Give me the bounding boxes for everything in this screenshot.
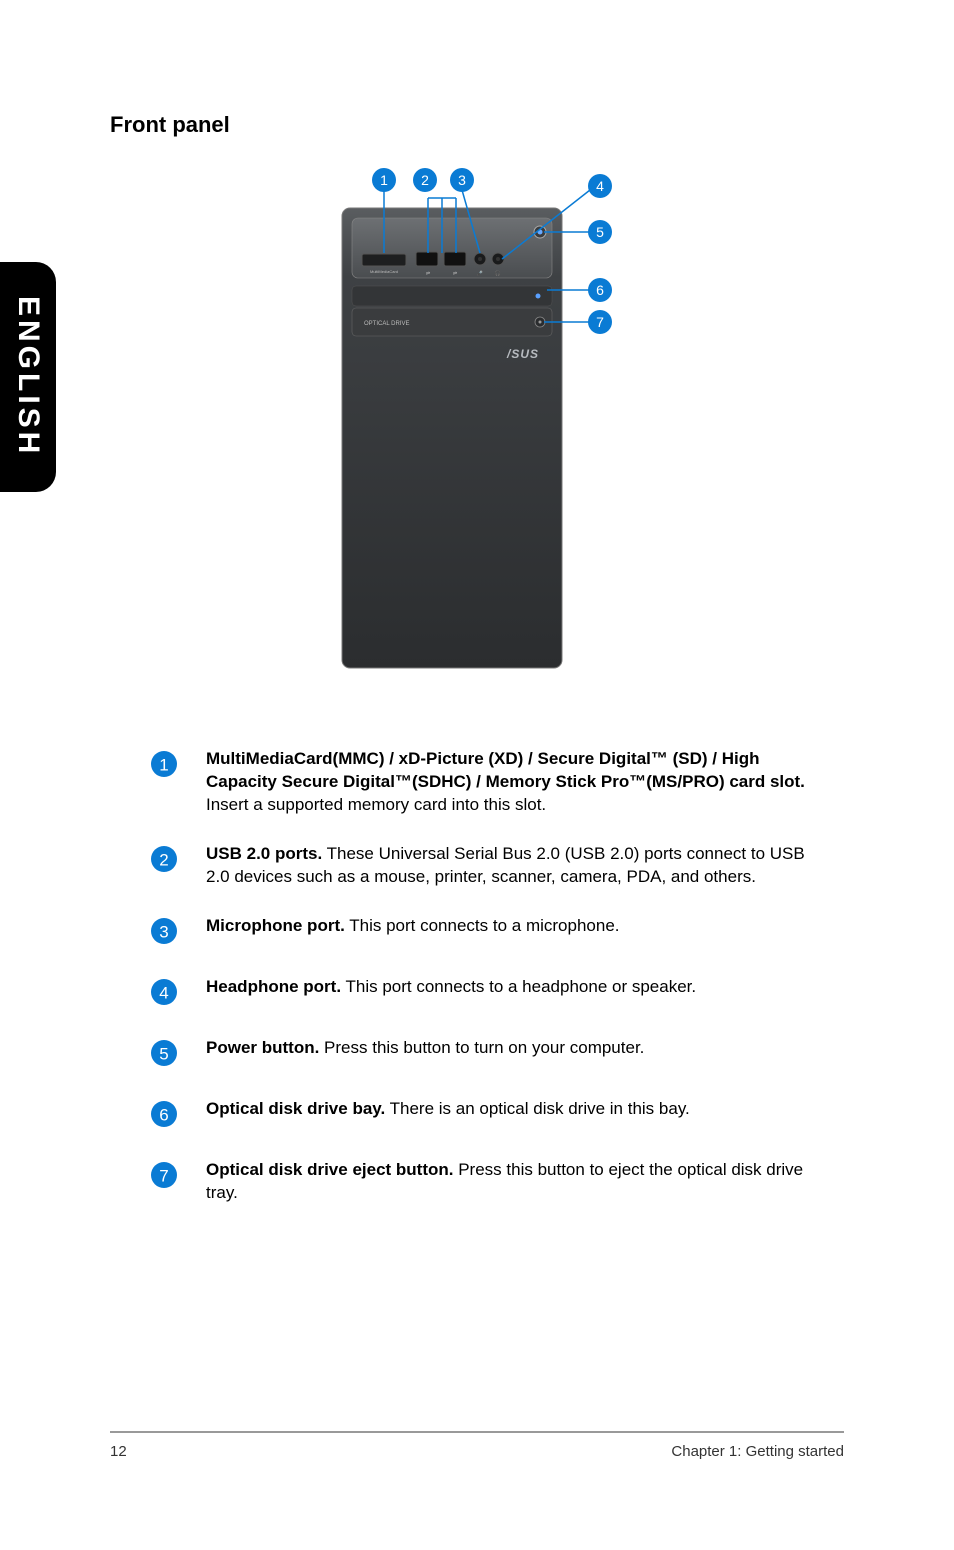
legend-badge-5: 5 [150,1039,180,1072]
chapter-label: Chapter 1: Getting started [671,1443,844,1460]
svg-text:4: 4 [159,983,168,1002]
legend-text-7: Optical disk drive eject button. Press t… [206,1159,824,1205]
callout-1: 1 [380,172,388,188]
legend-rest-6: There is an optical disk drive in this b… [385,1099,690,1118]
svg-text:/SUS: /SUS [506,347,539,361]
svg-text:5: 5 [159,1044,168,1063]
legend-bold-1: MultiMediaCard(MMC) / xD-Picture (XD) / … [206,749,805,791]
svg-text:7: 7 [159,1166,168,1185]
legend-badge-3: 3 [150,917,180,950]
legend-bold-2: USB 2.0 ports. [206,844,322,863]
legend-item-1: 1 MultiMediaCard(MMC) / xD-Picture (XD) /… [150,748,824,817]
callout-4: 4 [596,178,604,194]
callout-6: 6 [596,282,604,298]
svg-text:OPTICAL DRIVE: OPTICAL DRIVE [364,321,409,327]
legend-rest-3: This port connects to a microphone. [345,916,620,935]
language-tab-label: ENGLISH [11,296,45,457]
legend-bold-7: Optical disk drive eject button. [206,1160,454,1179]
svg-text:🎤: 🎤 [477,270,484,277]
legend-text-1: MultiMediaCard(MMC) / xD-Picture (XD) / … [206,748,824,817]
legend-badge-7: 7 [150,1161,180,1194]
legend-text-5: Power button. Press this button to turn … [206,1037,644,1060]
callout-5: 5 [596,224,604,240]
legend-item-7: 7 Optical disk drive eject button. Press … [150,1159,824,1205]
legend-rest-4: This port connects to a headphone or spe… [341,977,696,996]
section-heading: Front panel [110,112,844,138]
legend-bold-4: Headphone port. [206,977,341,996]
legend-bold-3: Microphone port. [206,916,345,935]
legend-text-4: Headphone port. This port connects to a … [206,976,696,999]
legend-text-2: USB 2.0 ports. These Universal Serial Bu… [206,843,824,889]
legend-bold-5: Power button. [206,1038,319,1057]
callout-3: 3 [458,172,466,188]
svg-text:1: 1 [159,756,168,775]
legend-text-6: Optical disk drive bay. There is an opti… [206,1098,690,1121]
legend-badge-6: 6 [150,1100,180,1133]
page-number: 12 [110,1443,127,1460]
legend-item-3: 3 Microphone port. This port connects to … [150,915,824,950]
svg-text:MultiMediaCard: MultiMediaCard [370,269,398,274]
legend-rest-5: Press this button to turn on your comput… [319,1038,644,1057]
svg-text:3: 3 [159,922,168,941]
legend-item-6: 6 Optical disk drive bay. There is an opt… [150,1098,824,1133]
legend-bold-6: Optical disk drive bay. [206,1099,385,1118]
legend-badge-1: 1 [150,750,180,783]
legend-item-5: 5 Power button. Press this button to turn… [150,1037,824,1072]
legend-badge-4: 4 [150,978,180,1011]
legend-item-4: 4 Headphone port. This port connects to a… [150,976,824,1011]
legend-list: 1 MultiMediaCard(MMC) / xD-Picture (XD) /… [150,748,824,1205]
callout-7: 7 [596,314,604,330]
legend-text-3: Microphone port. This port connects to a… [206,915,620,938]
svg-text:⇌: ⇌ [453,271,457,277]
svg-text:6: 6 [159,1105,168,1124]
language-tab: ENGLISH [0,262,56,492]
page-footer: 12 Chapter 1: Getting started [110,1431,844,1460]
callout-2: 2 [421,172,429,188]
svg-text:🎧: 🎧 [495,270,501,277]
svg-text:⇌: ⇌ [426,271,430,277]
svg-text:2: 2 [159,850,168,869]
legend-rest-1: Insert a supported memory card into this… [206,795,546,814]
legend-badge-2: 2 [150,845,180,878]
front-panel-figure: MultiMediaCard ⇌ ⇌ 🎤 🎧 OPTICAL [110,168,844,678]
legend-item-2: 2 USB 2.0 ports. These Universal Serial B… [150,843,824,889]
